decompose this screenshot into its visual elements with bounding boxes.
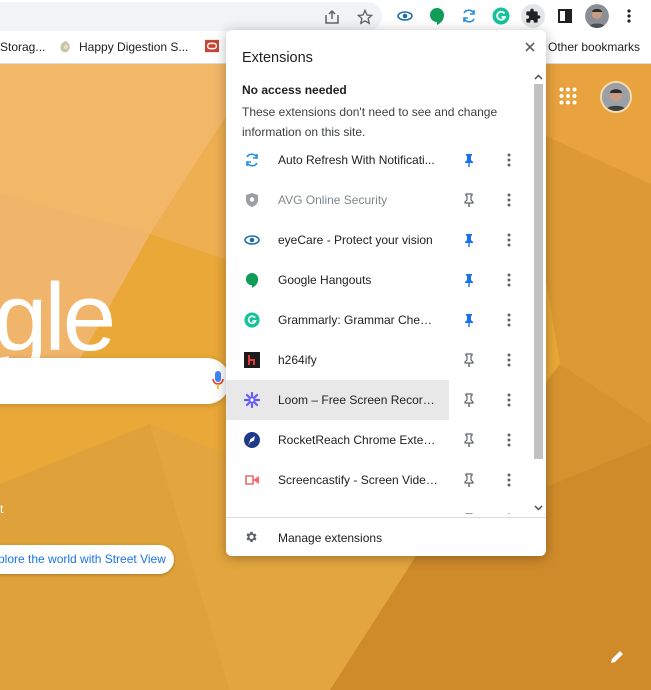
more-options-icon[interactable] (502, 270, 516, 290)
grammarly-icon (244, 312, 260, 328)
pin-icon[interactable] (462, 472, 476, 488)
extension-row-eyecare[interactable]: eyeCare - Protect your vision (226, 220, 532, 260)
search-box[interactable] (0, 358, 230, 404)
more-options-icon[interactable] (502, 350, 516, 370)
section-description: These extensions don't need to see and c… (242, 105, 498, 139)
extension-name: Screencastify - Screen Video... (278, 473, 438, 487)
account-avatar[interactable] (600, 81, 632, 113)
section-heading: No access needed (242, 83, 347, 97)
extension-name: Auto Refresh With Notificati... (278, 153, 435, 167)
chrome-menu-icon[interactable] (617, 4, 641, 28)
extension-name: h264ify (278, 353, 317, 367)
more-options-icon[interactable] (502, 390, 516, 410)
extension-icon (244, 512, 260, 514)
pin-icon[interactable] (462, 352, 476, 368)
scrollbar-thumb[interactable] (534, 84, 543, 459)
extensions-list[interactable]: No access needed These extensions don't … (226, 74, 546, 514)
h264ify-icon (244, 352, 260, 368)
extension-row-partial[interactable] (226, 500, 532, 514)
auto-refresh-icon (244, 152, 260, 168)
scroll-up-arrow-icon[interactable] (534, 72, 543, 81)
extensions-menu: Extensions No access needed These extens… (226, 30, 546, 556)
other-bookmarks[interactable]: Other bookmarks (548, 40, 640, 54)
screencastify-icon (244, 472, 260, 488)
extension-row-rocketreach[interactable]: RocketReach Chrome Extens... (226, 420, 532, 460)
side-panel-icon[interactable] (553, 4, 577, 28)
scrollbar[interactable] (531, 70, 546, 518)
hangouts-icon[interactable] (425, 4, 449, 28)
share-icon[interactable] (323, 8, 341, 26)
extension-row-auto-refresh[interactable]: Auto Refresh With Notificati... (226, 140, 532, 180)
street-view-link[interactable]: plore the world with Street View (0, 545, 174, 574)
pin-icon[interactable] (462, 512, 476, 514)
pin-icon[interactable] (462, 152, 476, 168)
pin-icon[interactable] (462, 272, 476, 288)
pin-icon[interactable] (462, 392, 476, 408)
bookmark-happy-digestion[interactable]: Happy Digestion S... (59, 40, 188, 54)
oracle-icon (205, 39, 219, 53)
gear-icon (244, 530, 260, 546)
extension-row-loom[interactable]: Loom – Free Screen Record... (226, 380, 449, 420)
bookmark-label: Happy Digestion S... (79, 40, 189, 54)
auto-refresh-icon[interactable] (457, 4, 481, 28)
scroll-down-arrow-icon[interactable] (534, 503, 543, 512)
hangouts-icon (244, 272, 260, 288)
close-icon[interactable] (521, 38, 539, 56)
more-options-icon[interactable] (502, 510, 516, 514)
bookmark-storage[interactable]: Storag... (0, 40, 45, 54)
leaf-icon (59, 40, 73, 54)
extensions-title: Extensions (242, 50, 313, 66)
extension-name: Grammarly: Grammar Check... (278, 313, 438, 327)
background-attribution-text: t (0, 502, 4, 516)
pin-icon[interactable] (462, 192, 476, 208)
avg-shield-icon (244, 192, 260, 208)
extension-name: RocketReach Chrome Extens... (278, 433, 438, 447)
eyecare-icon[interactable] (393, 4, 417, 28)
omnibox[interactable] (0, 2, 382, 31)
eyecare-icon (244, 232, 260, 248)
extension-row-h264ify[interactable]: h264ify (226, 340, 532, 380)
extension-row-grammarly[interactable]: Grammarly: Grammar Check... (226, 300, 532, 340)
manage-extensions-label: Manage extensions (278, 531, 383, 545)
pin-icon[interactable] (462, 232, 476, 248)
extension-row-hangouts[interactable]: Google Hangouts (226, 260, 532, 300)
manage-extensions-row[interactable]: Manage extensions (226, 517, 546, 556)
more-options-icon[interactable] (502, 190, 516, 210)
more-options-icon[interactable] (502, 150, 516, 170)
extension-name: Google Hangouts (278, 273, 372, 287)
bookmark-label: Storag... (0, 40, 46, 54)
extensions-puzzle-icon[interactable] (521, 4, 545, 28)
pin-icon[interactable] (462, 432, 476, 448)
more-options-icon[interactable] (502, 230, 516, 250)
more-options-icon[interactable] (502, 470, 516, 490)
google-apps-icon[interactable] (559, 87, 577, 110)
extension-name: Loom – Free Screen Record... (278, 393, 438, 407)
rocketreach-icon (244, 432, 260, 448)
microphone-icon[interactable] (212, 370, 224, 395)
loom-icon (244, 392, 260, 408)
browser-toolbar (0, 0, 651, 33)
grammarly-icon[interactable] (489, 4, 513, 28)
extension-name: AVG Online Security (278, 193, 388, 207)
profile-avatar[interactable] (585, 4, 609, 28)
bookmark-label: Other bookmarks (548, 40, 641, 54)
more-options-icon[interactable] (502, 310, 516, 330)
more-options-icon[interactable] (502, 430, 516, 450)
extension-name: eyeCare - Protect your vision (278, 233, 433, 247)
extension-row-avg[interactable]: AVG Online Security (226, 180, 532, 220)
extension-row-screencastify[interactable]: Screencastify - Screen Video... (226, 460, 532, 500)
pin-icon[interactable] (462, 312, 476, 328)
customize-pencil-icon[interactable] (610, 650, 624, 669)
google-logo: gle (0, 264, 116, 371)
bookmark-star-icon[interactable] (356, 8, 374, 26)
bookmark-oracle[interactable] (205, 39, 219, 53)
